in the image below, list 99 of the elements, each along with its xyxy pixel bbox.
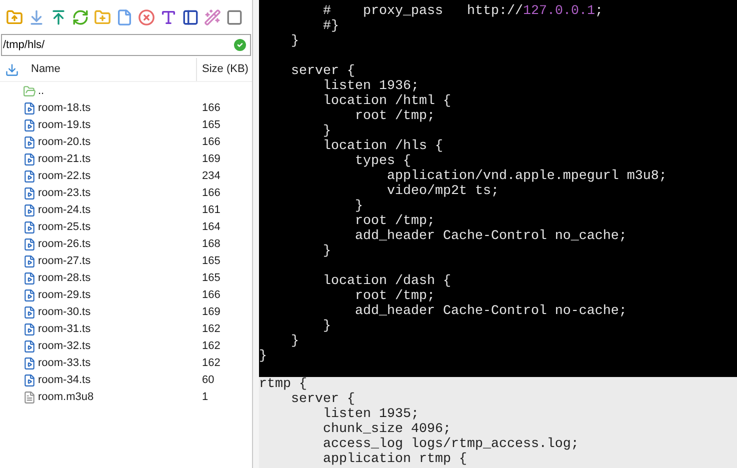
video-file-icon [23, 374, 36, 387]
file-name[interactable]: room-23.ts [38, 185, 202, 202]
file-size: 162 [202, 356, 220, 372]
code-line: root /tmp; [354, 109, 435, 124]
file-size: 166 [202, 186, 220, 202]
code-line: location /html { [322, 94, 451, 109]
file-name[interactable]: room-20.ts [38, 134, 202, 151]
code-line: access_log logs/rtmp_access.log; [322, 437, 579, 452]
code-line: #} [322, 19, 339, 34]
column-header[interactable]: Size (KB) [196, 58, 248, 81]
code-line: } [259, 349, 267, 364]
code-line: application rtmp { [322, 452, 467, 467]
video-file-icon [23, 102, 36, 115]
code-line: add_header Cache-Control no-cache; [354, 304, 627, 319]
video-file-icon [23, 272, 36, 285]
file-name[interactable]: room-32.ts [38, 338, 202, 355]
video-file-icon [23, 119, 36, 132]
upload-icon[interactable] [50, 8, 67, 26]
video-file-icon [23, 221, 36, 234]
block-icon[interactable] [226, 8, 243, 26]
code-line: } [322, 319, 331, 334]
code-line: location /dash { [322, 274, 451, 289]
video-file-icon [23, 306, 36, 319]
text-icon[interactable] [160, 8, 177, 26]
file-size: 164 [202, 220, 220, 236]
column-header[interactable]: Name [31, 61, 196, 78]
file-icon [23, 391, 36, 404]
code-line: server { [290, 64, 355, 79]
code-line: } [322, 124, 331, 139]
file-size: 165 [202, 254, 220, 270]
code-line: location /hls { [322, 139, 443, 154]
file-size: 166 [202, 288, 220, 304]
file-size: 234 [202, 169, 220, 184]
file-size: 169 [202, 152, 220, 168]
video-file-icon [23, 204, 36, 217]
video-file-icon [23, 340, 36, 353]
file-name[interactable]: room-24.ts [38, 202, 202, 219]
file-size: 60 [202, 373, 214, 388]
video-file-icon [23, 153, 36, 166]
code-line: listen 1936; [322, 79, 419, 94]
code-line: } [354, 199, 363, 214]
path-text: /tmp/hls/ [3, 38, 46, 53]
code-line: listen 1935; [322, 407, 419, 422]
video-file-icon [23, 238, 36, 251]
file-name[interactable]: room-19.ts [38, 117, 202, 134]
file-icon[interactable] [116, 8, 133, 26]
file-size: 162 [202, 322, 220, 338]
file-name[interactable]: room-26.ts [38, 236, 202, 253]
refresh-icon[interactable] [72, 8, 89, 26]
file-size: 161 [202, 203, 220, 218]
parent-folder-icon [23, 85, 36, 98]
panel-icon[interactable] [182, 8, 199, 26]
code-line: server { [290, 392, 355, 407]
file-name[interactable]: room-34.ts [38, 372, 202, 389]
wand-icon[interactable] [204, 8, 221, 26]
video-file-icon [23, 136, 36, 149]
folder-up-icon[interactable] [6, 8, 23, 26]
code-line: # proxy_pass http://127.0.0.1; [322, 4, 603, 19]
file-size: 165 [202, 271, 220, 286]
file-name[interactable]: room-29.ts [38, 287, 202, 304]
download-icon[interactable] [28, 8, 45, 26]
file-name[interactable]: room-33.ts [38, 355, 202, 372]
file-name[interactable]: room-27.ts [38, 253, 202, 270]
code-line: root /tmp; [354, 289, 435, 304]
file-name[interactable]: room-28.ts [38, 270, 202, 287]
code-line: } [290, 334, 299, 349]
file-name[interactable]: room-31.ts [38, 321, 202, 338]
video-file-icon [23, 357, 36, 370]
file-size: 166 [202, 101, 220, 116]
video-file-icon [23, 289, 36, 302]
code-line: rtmp { [259, 377, 307, 392]
file-size: 168 [202, 237, 220, 252]
file-size: 166 [202, 135, 220, 150]
code-line: } [290, 34, 299, 49]
video-file-icon [23, 255, 36, 268]
path-field[interactable]: /tmp/hls/ [1, 34, 251, 56]
file-name[interactable]: room-30.ts [38, 304, 202, 321]
new-folder-icon[interactable] [94, 8, 111, 26]
file-size: 165 [202, 118, 220, 134]
file-size: 169 [202, 305, 220, 320]
code-line: root /tmp; [354, 214, 435, 229]
code-line: chunk_size 4096; [322, 422, 451, 437]
delete-icon[interactable] [138, 8, 155, 26]
file-name[interactable]: room-25.ts [38, 219, 202, 236]
code-line: types { [354, 154, 411, 169]
file-name[interactable]: room-21.ts [38, 151, 202, 168]
video-file-icon [23, 187, 36, 200]
video-file-icon [23, 170, 36, 183]
file-name[interactable]: room-22.ts [38, 168, 202, 185]
code-line: application/vnd.apple.mpegurl m3u8; [386, 169, 667, 184]
file-name[interactable]: .. [38, 83, 202, 100]
code-line: video/mp2t ts; [386, 184, 499, 199]
code-line: add_header Cache-Control no_cache; [354, 229, 627, 244]
file-name[interactable]: room-18.ts [38, 100, 202, 117]
file-size: 1 [202, 390, 208, 406]
video-file-icon [23, 323, 36, 336]
file-name[interactable]: room.m3u8 [38, 389, 202, 406]
code-line: } [322, 244, 331, 259]
file-size: 162 [202, 339, 220, 354]
